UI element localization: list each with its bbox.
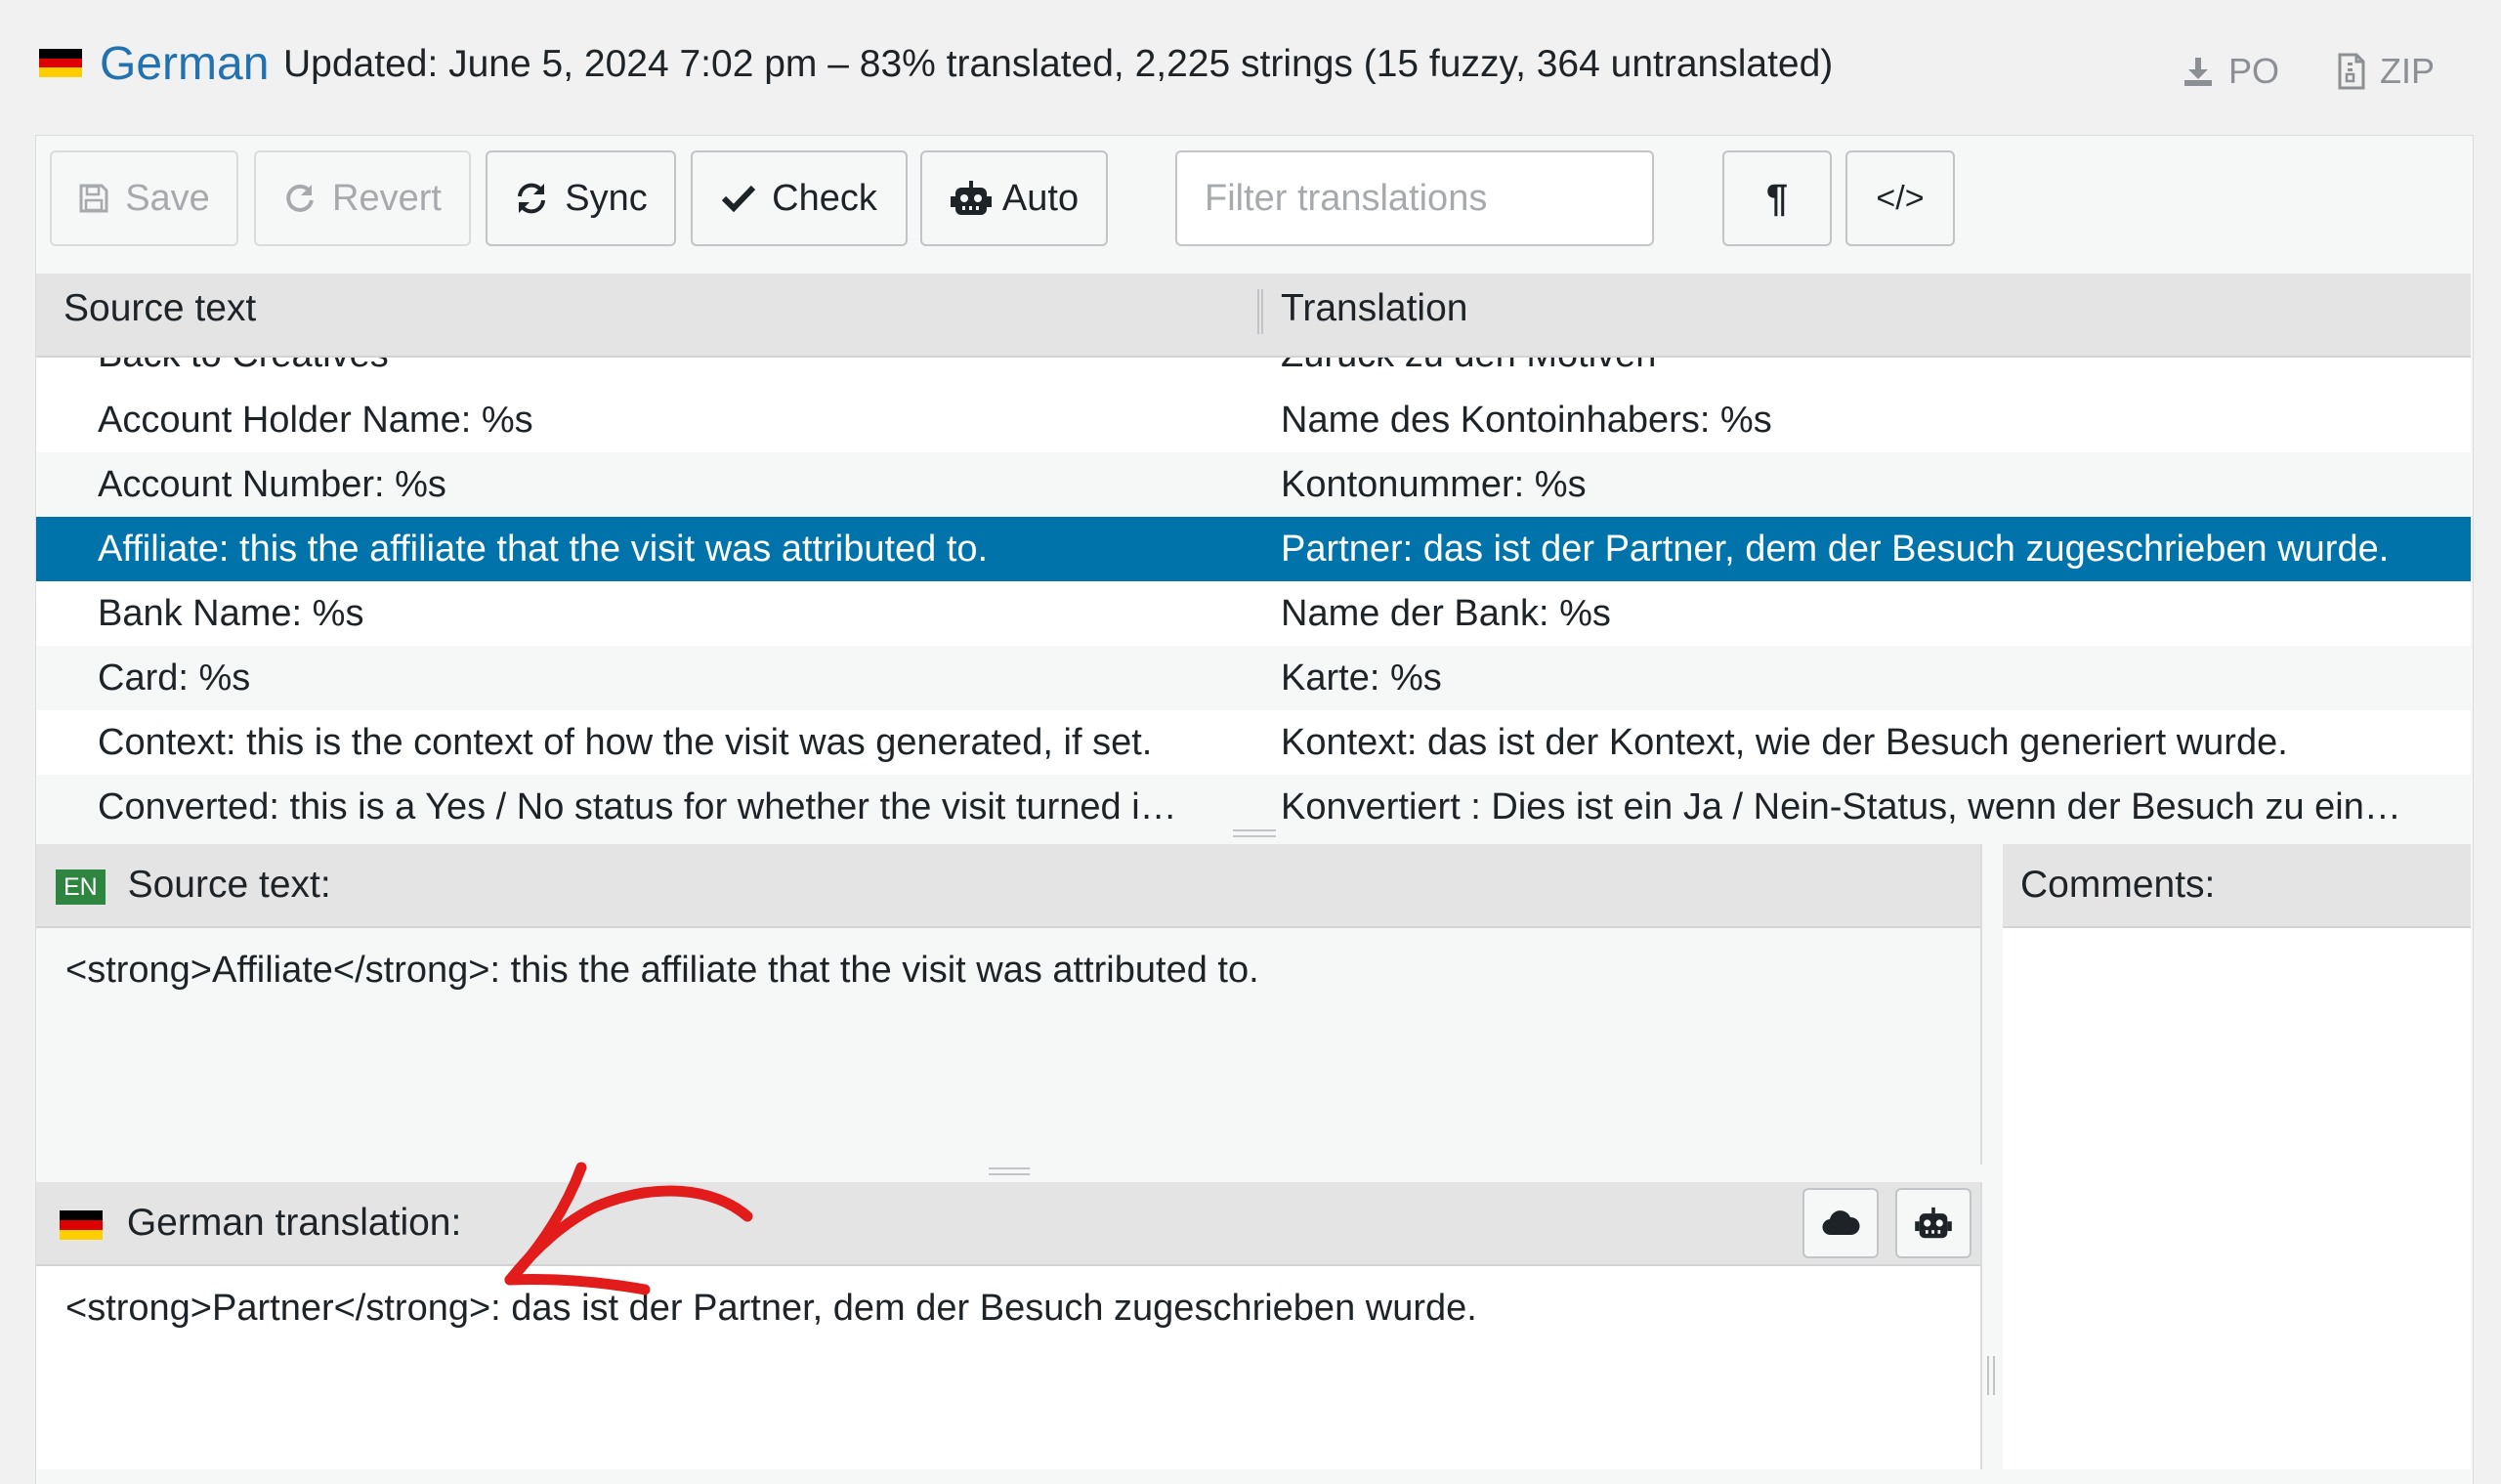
german-flag-icon [60,1209,103,1240]
save-button[interactable]: Save [50,150,238,246]
table-row[interactable]: Back to Creatives Zurück zu den Motiven [36,358,2471,387]
download-icon [2184,58,2212,86]
german-flag-icon [39,49,82,77]
row-source: Back to Creatives [98,358,1280,387]
column-resize-handle[interactable] [1257,289,1263,334]
download-zip-label: ZIP [2380,51,2436,91]
row-translation: Zurück zu den Motiven [1281,358,2458,387]
language-name[interactable]: German [100,35,269,94]
table-row-selected[interactable]: Affiliate: this the affiliate that the v… [36,517,2471,581]
save-label: Save [125,177,210,219]
download-po-label: PO [2228,51,2280,91]
source-text: <strong>Affiliate</strong>: this the aff… [65,950,1259,991]
en-badge: EN [56,869,106,905]
row-source: Account Holder Name: %s [98,400,533,441]
translation-panel-header: German translation: [36,1182,1980,1266]
filter-translations-input[interactable] [1175,150,1654,246]
comments-panel: Comments: [2003,844,2471,1469]
auto-translate-button[interactable]: Auto [920,150,1108,246]
sync-icon [518,183,546,214]
robot-icon [1915,1207,1952,1239]
code-icon: </> [1876,179,1925,217]
comments-label: Comments: [2020,864,2216,906]
cloud-translate-button[interactable] [1802,1188,1879,1258]
row-source: Card: %s [98,657,251,699]
source-panel-label: Source text: [127,864,331,906]
toggle-code-view-button[interactable]: </> [1845,150,1955,246]
row-translation: Partner: das ist der Partner, dem der Be… [1281,529,2390,570]
list-resize-handle[interactable] [1233,829,1276,837]
source-panel: EN Source text: <strong>Affiliate</stron… [36,844,1982,1165]
robot-translate-button[interactable] [1895,1188,1971,1258]
panel-resize-handle[interactable] [989,1167,1030,1175]
cloud-icon [1822,1210,1860,1236]
toggle-invisibles-button[interactable]: ¶ [1722,150,1832,246]
zip-file-icon [2338,53,2365,90]
pilcrow-icon: ¶ [1765,176,1789,220]
check-label: Check [772,177,877,219]
revert-label: Revert [332,177,442,219]
row-translation: Kontext: das ist der Kontext, wie der Be… [1281,722,2288,763]
translation-panel-label: German translation: [126,1202,462,1244]
row-source: Affiliate: this the affiliate that the v… [98,529,989,570]
translations-list: Back to Creatives Zurück zu den Motiven … [36,358,2471,827]
revert-button[interactable]: Revert [254,150,471,246]
check-button[interactable]: Check [691,150,908,246]
table-row[interactable]: Context: this is the context of how the … [36,710,2471,775]
row-translation: Name der Bank: %s [1281,593,1611,634]
table-row[interactable]: Account Holder Name: %s Name des Kontoin… [36,388,2471,452]
sync-label: Sync [565,177,648,219]
comments-panel-header: Comments: [2003,844,2471,928]
download-zip-link[interactable]: ZIP [2337,51,2435,92]
row-source: Context: this is the context of how the … [98,722,1153,763]
sync-button[interactable]: Sync [486,150,676,246]
undo-icon [286,184,314,212]
row-translation: Name des Kontoinhabers: %s [1281,400,1772,441]
table-row[interactable]: Converted: this is a Yes / No status for… [36,775,2471,827]
table-row[interactable]: Card: %s Karte: %s [36,646,2471,710]
vertical-resize-handle[interactable] [1987,1356,1995,1395]
col-translation[interactable]: Translation [1281,287,1467,330]
annotation-arrow [504,1162,753,1295]
robot-icon [950,181,992,215]
row-source: Converted: this is a Yes / No status for… [98,786,1177,827]
table-header: Source text Translation [36,274,2471,358]
auto-label: Auto [1001,177,1080,219]
row-translation: Konvertiert : Dies ist ein Ja / Nein-Sta… [1281,786,2401,827]
row-translation: Kontonummer: %s [1281,464,1587,505]
translation-textarea[interactable]: <strong>Partner</strong>: das ist der Pa… [36,1266,1980,1351]
floppy-disk-icon [79,184,108,213]
row-source: Account Number: %s [98,464,446,505]
checkmark-icon [722,185,756,213]
source-panel-header: EN Source text: [36,844,1980,928]
table-row[interactable]: Account Number: %s Kontonummer: %s [36,452,2471,517]
download-po-link[interactable]: PO [2182,51,2279,92]
row-source: Bank Name: %s [98,593,364,634]
col-source-text[interactable]: Source text [64,287,256,330]
translation-panel: German translation: <strong>Partner</str… [36,1182,1982,1469]
row-translation: Karte: %s [1281,657,1442,699]
translation-status: Updated: June 5, 2024 7:02 pm – 83% tran… [283,43,1834,85]
table-row[interactable]: Bank Name: %s Name der Bank: %s [36,581,2471,646]
